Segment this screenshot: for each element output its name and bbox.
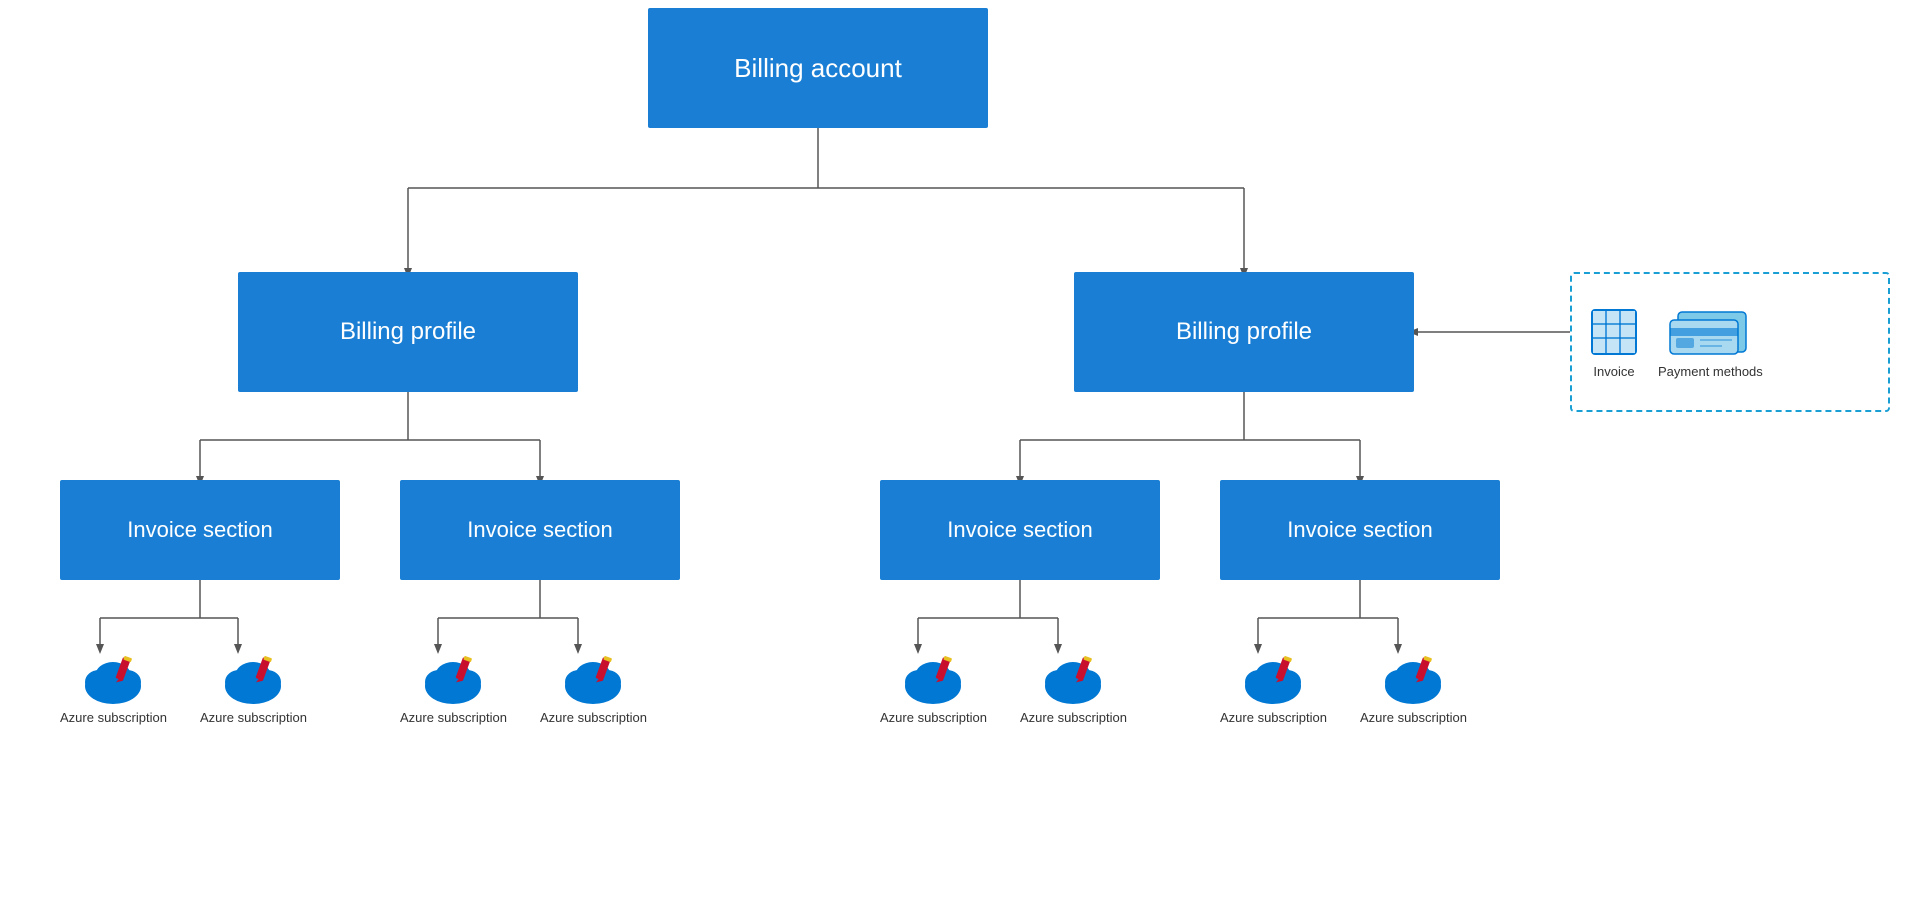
azure-sub-3: Azure subscription (400, 648, 507, 725)
callout-payment-item: Payment methods (1658, 306, 1763, 379)
azure-icon-2 (217, 648, 289, 706)
azure-sub-1: Azure subscription (60, 648, 167, 725)
azure-sub-4: Azure subscription (540, 648, 647, 725)
azure-sub-label-2: Azure subscription (200, 710, 307, 725)
payment-methods-label: Payment methods (1658, 364, 1763, 379)
invoice-label: Invoice (1593, 364, 1634, 379)
invoice-section-3-node: Invoice section (880, 480, 1160, 580)
azure-sub-label-6: Azure subscription (1020, 710, 1127, 725)
azure-sub-7: Azure subscription (1220, 648, 1327, 725)
callout-invoice-item: Invoice (1588, 306, 1640, 379)
billing-account-node: Billing account (648, 8, 988, 128)
azure-icon-6 (1037, 648, 1109, 706)
callout-box: Invoice Payment methods (1570, 272, 1890, 412)
invoice-section-1-node: Invoice section (60, 480, 340, 580)
azure-sub-label-5: Azure subscription (880, 710, 987, 725)
azure-icon-8 (1377, 648, 1449, 706)
azure-sub-label-4: Azure subscription (540, 710, 647, 725)
azure-icon-5 (897, 648, 969, 706)
azure-sub-5: Azure subscription (880, 648, 987, 725)
connector-lines (0, 0, 1925, 898)
azure-icon-7 (1237, 648, 1309, 706)
azure-icon-4 (557, 648, 629, 706)
azure-sub-2: Azure subscription (200, 648, 307, 725)
invoice-section-4-node: Invoice section (1220, 480, 1500, 580)
azure-sub-8: Azure subscription (1360, 648, 1467, 725)
payment-methods-icon (1666, 306, 1754, 358)
diagram-container: Billing account Billing profile Billing … (0, 0, 1925, 898)
billing-profile-left-node: Billing profile (238, 272, 578, 392)
azure-sub-label-3: Azure subscription (400, 710, 507, 725)
azure-sub-label-8: Azure subscription (1360, 710, 1467, 725)
azure-icon-1 (77, 648, 149, 706)
billing-profile-right-node: Billing profile (1074, 272, 1414, 392)
invoice-icon (1588, 306, 1640, 358)
azure-sub-6: Azure subscription (1020, 648, 1127, 725)
azure-icon-3 (417, 648, 489, 706)
azure-sub-label-7: Azure subscription (1220, 710, 1327, 725)
azure-sub-label-1: Azure subscription (60, 710, 167, 725)
invoice-section-2-node: Invoice section (400, 480, 680, 580)
